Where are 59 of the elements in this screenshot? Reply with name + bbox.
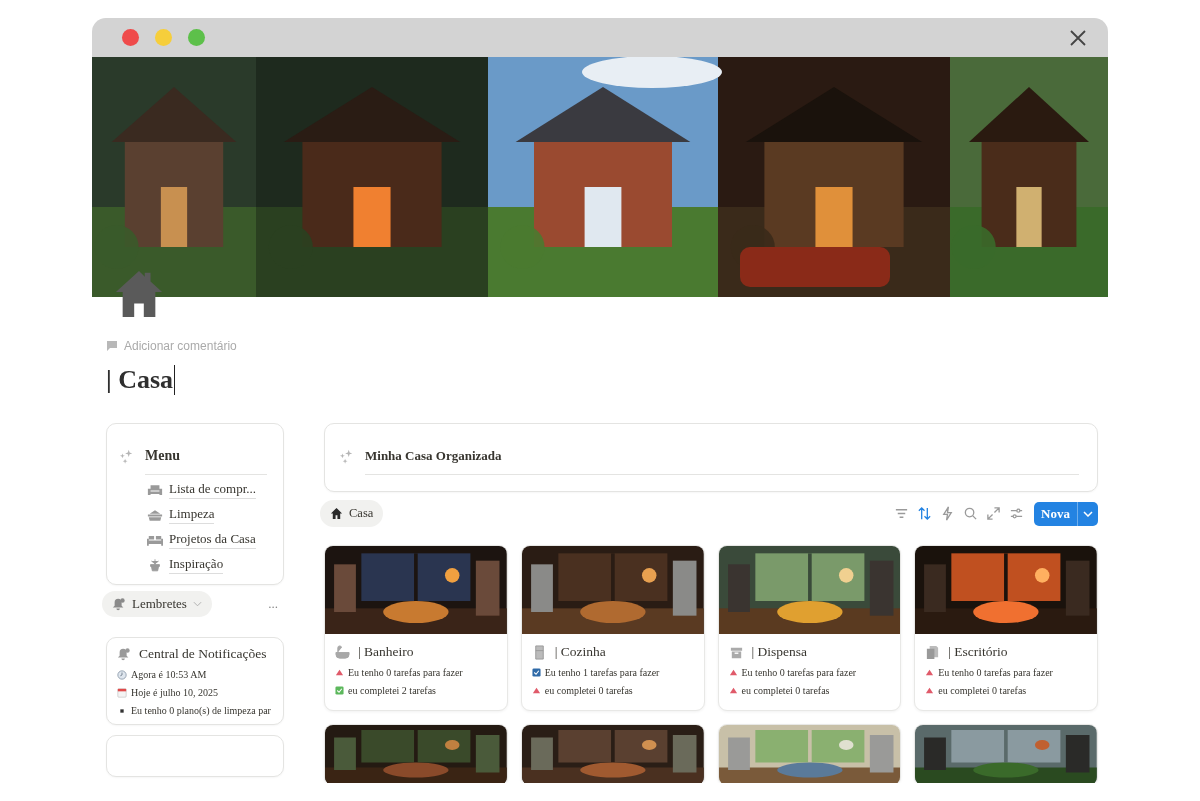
- triangle-icon: [531, 686, 541, 695]
- sort-icon[interactable]: [917, 506, 933, 521]
- search-icon[interactable]: [963, 506, 979, 521]
- notification-text: Eu tenho 0 plano(s) de limpeza par: [131, 705, 271, 716]
- triangle-icon: [335, 668, 344, 677]
- settings-icon[interactable]: [1009, 506, 1025, 521]
- task-status-text: Eu tenho 0 tarefas para fazer: [348, 667, 463, 678]
- task-status-text: Eu tenho 0 tarefas para fazer: [741, 667, 857, 678]
- expand-icon[interactable]: [986, 506, 1002, 521]
- armchair-icon: [147, 483, 163, 497]
- task-status-text: eu completei 0 tarefas: [544, 685, 633, 696]
- task-status-text: eu completei 0 tarefas: [741, 685, 830, 696]
- caret-icon[interactable]: [1083, 510, 1093, 517]
- more-options-button[interactable]: ...: [268, 596, 278, 612]
- plant-icon: [147, 558, 163, 572]
- room-card[interactable]: | Dispensa Eu tenho 0 tarefas para fazer eu completei 0 tarefas: [717, 545, 902, 711]
- bell-icon: [112, 597, 126, 611]
- notification-text: Agora é 10:53 AM: [131, 669, 207, 680]
- room-card[interactable]: | Banheiro Eu tenho 0 tarefas para fazer eu completei 2 tarefas: [324, 545, 508, 711]
- close-window-button[interactable]: [122, 29, 139, 46]
- room-card[interactable]: | Cozinha Eu tenho 1 tarefas para fazer eu completei 0 tarefas: [520, 545, 705, 711]
- task-status-text: Eu tenho 1 tarefas para fazer: [544, 667, 660, 678]
- text-cursor: [174, 365, 176, 395]
- reminders-toggle[interactable]: Lembretes: [102, 591, 212, 617]
- room-title: | Escritório: [948, 644, 1008, 660]
- checkbox-icon: [531, 668, 541, 677]
- task-status-text: eu completei 2 tarefas: [348, 685, 436, 696]
- menu-link[interactable]: Inspiração: [169, 556, 224, 574]
- header-title: Minha Casa Organizada: [365, 448, 1079, 475]
- notification-text: Hoje é julho 10, 2025: [131, 687, 218, 698]
- bell-icon: [117, 647, 131, 661]
- new-button[interactable]: Nova: [1034, 501, 1098, 526]
- check-mark-icon: [335, 686, 344, 695]
- comment-icon: [106, 340, 118, 352]
- page-title: | Casa: [106, 365, 174, 395]
- sofa-icon: [147, 533, 163, 547]
- calendar-icon: [117, 687, 127, 698]
- menu-link[interactable]: Limpeza: [169, 506, 215, 524]
- bathtub-icon: [335, 644, 350, 660]
- menu-link[interactable]: Projetos da Casa: [169, 531, 256, 549]
- menu-title: Menu: [145, 448, 267, 475]
- documents-icon: [925, 644, 941, 660]
- view-tab[interactable]: Casa: [320, 500, 384, 527]
- basket-icon: [147, 508, 163, 522]
- clock-icon: [117, 669, 127, 680]
- room-title: | Banheiro: [358, 644, 414, 660]
- task-status-text: eu completei 0 tarefas: [938, 685, 1027, 696]
- room-title: | Dispensa: [751, 644, 808, 660]
- maximize-window-button[interactable]: [188, 29, 205, 46]
- chevron-icon: [192, 601, 202, 607]
- menu-link[interactable]: Lista de compr...: [169, 481, 256, 499]
- house-icon: [330, 507, 343, 520]
- room-card[interactable]: | Escritório Eu tenho 0 tarefas para fazer eu completei 0 tarefas: [914, 545, 1098, 711]
- filter-icon[interactable]: [894, 506, 910, 521]
- house-icon: [114, 269, 164, 319]
- notifications-title: Central de Notificações: [139, 646, 267, 662]
- task-status-text: Eu tenho 0 tarefas para fazer: [938, 667, 1053, 678]
- room-title: | Cozinha: [554, 644, 606, 660]
- close-icon[interactable]: [1068, 27, 1088, 48]
